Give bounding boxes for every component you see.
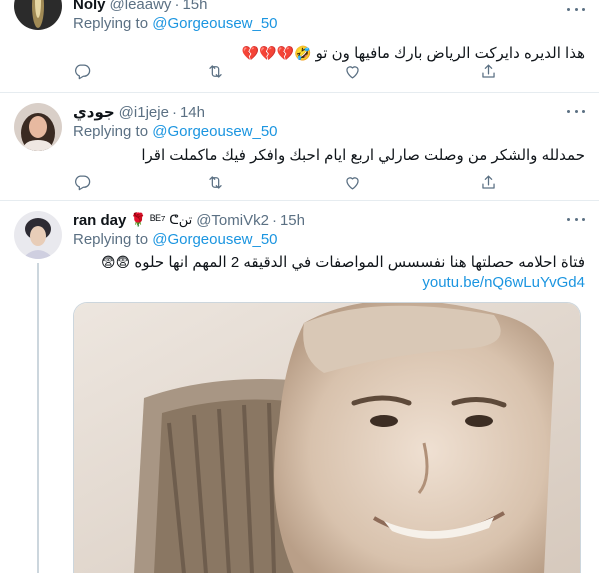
timestamp[interactable]: 14h <box>180 104 205 121</box>
thread-line <box>37 263 39 573</box>
replying-to-label: Replying to <box>73 123 149 140</box>
tweet-actions <box>0 173 599 193</box>
tweet-text: فتاة احلامه حصلتها هنا نفسسس المواصفات ف… <box>73 252 585 273</box>
mention-link[interactable]: @Gorgeousew_50 <box>152 123 277 140</box>
display-name[interactable]: جودي <box>73 103 115 121</box>
tweet-text-body: حمدلله والشكر من وصلت صارلي اربع ايام اح… <box>141 147 585 164</box>
user-handle[interactable]: @TomiVk2 <box>196 212 269 229</box>
display-name[interactable]: ran day <box>73 212 126 229</box>
replying-to: Replying to @Gorgeousew_50 <box>73 15 585 35</box>
video-thumbnail[interactable] <box>73 302 581 573</box>
tweet-emoji: 😨😨 <box>100 254 131 270</box>
tweet[interactable]: Noly @leaawy · 15h Replying to @Gorgeous… <box>0 0 599 93</box>
share-icon[interactable] <box>479 62 499 82</box>
timestamp[interactable]: 15h <box>280 212 305 229</box>
youtube-link[interactable]: youtu.be/nQ6wLuYvGd4 <box>73 273 585 293</box>
tweet[interactable]: ran day 🌹 ᴮᴱ⁷ ᕦتن @TomiVk2 · 15h Replyin… <box>0 201 599 573</box>
replying-to: Replying to @Gorgeousew_50 <box>73 123 585 143</box>
avatar[interactable] <box>14 0 62 30</box>
heart-icon[interactable] <box>343 62 363 82</box>
tweet-header: Noly @leaawy · 15h <box>73 0 585 14</box>
tweet-text-body: هذا الديره دايركت الرياض بارك مافيها ون … <box>315 45 585 62</box>
share-icon[interactable] <box>479 173 499 193</box>
retweet-icon[interactable] <box>206 62 226 82</box>
display-name[interactable]: Noly <box>73 0 106 13</box>
tweet-header: ran day 🌹 ᴮᴱ⁷ ᕦتن @TomiVk2 · 15h <box>73 210 585 230</box>
name-badge: 🌹 ᴮᴱ⁷ ᕦتن <box>130 212 193 227</box>
separator-dot: · <box>171 103 177 121</box>
tweet-text: حمدلله والشكر من وصلت صارلي اربع ايام اح… <box>73 146 585 166</box>
tweet-text: هذا الديره دايركت الرياض بارك مافيها ون … <box>73 43 585 64</box>
user-handle[interactable]: @leaawy <box>110 0 172 13</box>
retweet-icon[interactable] <box>206 173 226 193</box>
tweet-actions <box>0 62 599 82</box>
tweet-text-body: فتاة احلامه حصلتها هنا نفسسس المواصفات ف… <box>134 254 585 271</box>
user-handle[interactable]: @i1jeje <box>119 104 169 121</box>
more-icon[interactable] <box>567 104 585 118</box>
replying-to-label: Replying to <box>73 15 149 32</box>
heart-icon[interactable] <box>343 173 363 193</box>
tweet-emoji: 🤣💔💔💔 <box>241 45 312 61</box>
more-icon[interactable] <box>567 2 585 16</box>
replying-to: Replying to @Gorgeousew_50 <box>73 231 585 251</box>
mention-link[interactable]: @Gorgeousew_50 <box>152 231 277 248</box>
timestamp[interactable]: 15h <box>182 0 207 13</box>
replying-to-label: Replying to <box>73 231 149 248</box>
tweet-header: جودي @i1jeje · 14h <box>73 102 585 122</box>
tweet[interactable]: جودي @i1jeje · 14h Replying to @Gorgeous… <box>0 93 599 201</box>
avatar[interactable] <box>14 103 62 151</box>
separator-dot: · <box>271 211 277 229</box>
more-icon[interactable] <box>567 212 585 226</box>
avatar[interactable] <box>14 211 62 259</box>
reply-icon[interactable] <box>73 62 93 82</box>
separator-dot: · <box>174 0 180 13</box>
mention-link[interactable]: @Gorgeousew_50 <box>152 15 277 32</box>
reply-icon[interactable] <box>73 173 93 193</box>
